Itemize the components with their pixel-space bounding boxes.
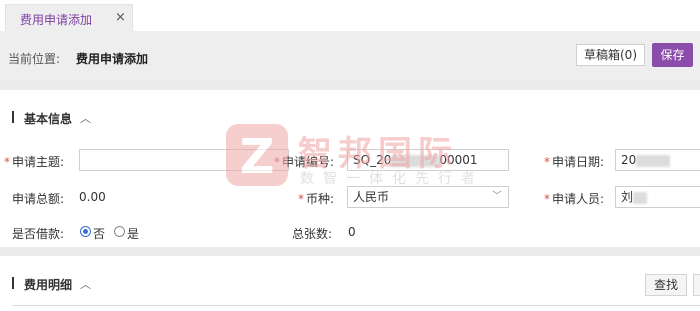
basic-info-title: 基本信息	[24, 112, 73, 126]
tab-bar: 费用申请添加 ×	[0, 0, 700, 31]
breadcrumb-current: 费用申请添加	[76, 52, 149, 66]
chevron-up-icon[interactable]: ︿	[80, 276, 91, 292]
sheets-label: 总张数:	[292, 227, 333, 241]
tab-expense-application-add[interactable]: 费用申请添加 ×	[5, 4, 133, 31]
redacted-block	[636, 154, 671, 167]
number-label: * 申请编号:	[274, 155, 335, 169]
date-input[interactable]: 20	[615, 149, 700, 171]
breadcrumb-label: 当前位置:	[8, 52, 61, 66]
section-marker	[12, 111, 14, 123]
loan-no-label[interactable]: 否	[93, 225, 105, 242]
expense-detail-panel	[0, 256, 700, 311]
number-input[interactable]: SQ_20 00001	[347, 149, 509, 171]
date-value: 20	[621, 153, 637, 167]
applicant-label: * 申请人员:	[544, 192, 605, 206]
currency-label: * 币种:	[298, 192, 335, 206]
total-label: 申请总额:	[12, 192, 65, 206]
expense-detail-title: 费用明细	[24, 278, 73, 292]
more-button[interactable]	[693, 274, 700, 296]
close-icon[interactable]: ×	[115, 10, 126, 25]
drafts-button[interactable]: 草稿箱(0)	[576, 44, 645, 66]
page-header: 当前位置: 费用申请添加 草稿箱(0) 保存	[0, 31, 700, 80]
tab-title: 费用申请添加	[20, 13, 93, 27]
chevron-up-icon[interactable]: ︿	[80, 110, 91, 126]
number-value: SQ_20	[353, 153, 392, 167]
date-label: * 申请日期:	[544, 155, 605, 169]
total-value: 0.00	[79, 190, 106, 204]
sheets-value: 0	[348, 225, 356, 239]
applicant-value: 刘	[621, 190, 634, 204]
redacted-block	[391, 154, 440, 167]
loan-no-radio[interactable]	[80, 226, 91, 237]
currency-select[interactable]: 人民币 ﹀	[347, 186, 509, 208]
subject-label: * 申请主题:	[4, 155, 65, 169]
search-button[interactable]: 查找	[645, 274, 687, 296]
section-marker	[12, 277, 14, 289]
currency-value: 人民币	[353, 190, 390, 204]
redacted-block	[633, 191, 648, 204]
subject-input[interactable]	[79, 149, 289, 171]
loan-yes-label[interactable]: 是	[127, 225, 139, 242]
chevron-down-icon: ﹀	[492, 191, 502, 202]
loan-yes-radio[interactable]	[114, 226, 125, 237]
loan-label: 是否借款:	[12, 227, 65, 241]
save-button[interactable]: 保存	[652, 43, 693, 67]
applicant-input[interactable]: 刘	[615, 186, 700, 208]
number-value-tail: 00001	[439, 153, 478, 167]
divider	[12, 305, 700, 306]
